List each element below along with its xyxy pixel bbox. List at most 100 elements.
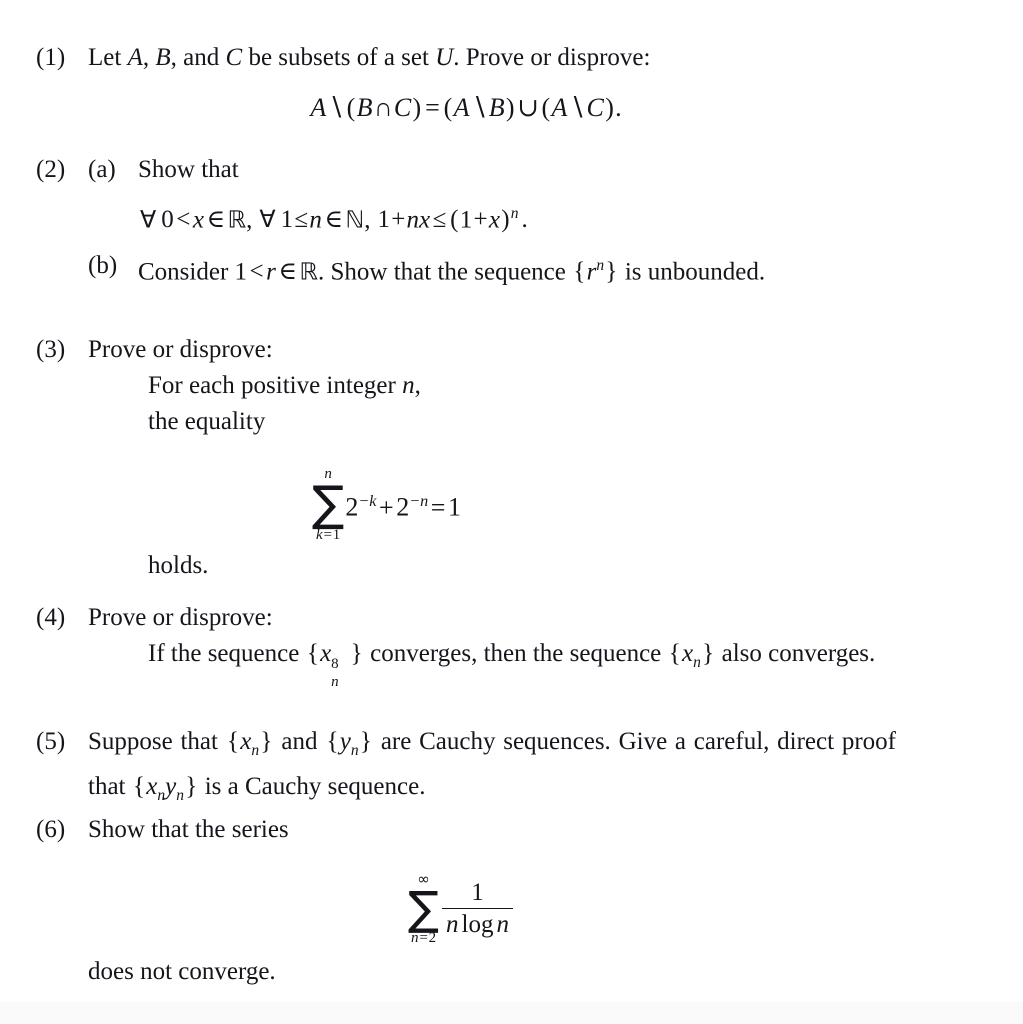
sum1-equals: =	[430, 492, 446, 522]
problem-4-body-2: converges, then the sequence	[363, 640, 668, 667]
problem-3-closing: holds.	[148, 552, 209, 579]
problem-2b-one: 1	[234, 258, 248, 286]
eq2a-exponent-n: n	[510, 205, 519, 222]
eq1-period: .	[615, 93, 622, 122]
problem-5-row: (5) Suppose that {xn} and {yn} are Cauch…	[36, 724, 896, 814]
problem-1-text-mid: be subsets of a set	[242, 44, 436, 71]
problem-1: (1) Let A, B, and C be subsets of a set …	[36, 40, 896, 76]
bottom-band	[0, 1002, 1023, 1024]
problem-4-seq2-close: }	[702, 640, 715, 667]
naturals-symbol: ℕ	[345, 205, 365, 234]
problem-2b-text-2: . Show that the sequence	[318, 258, 573, 286]
problem-5-seq3-close: }	[185, 773, 198, 800]
problem-2-label: (2)	[36, 156, 66, 183]
problem-5-seq2-open: {	[326, 728, 339, 755]
problem-5-seq3-open: {	[133, 773, 145, 800]
problem-2a-sublabel: (a)	[88, 156, 116, 183]
problem-2: (2) (a) Show that	[36, 152, 896, 188]
eq2a-plus: +	[391, 206, 406, 234]
sum-expression-2: ∞ ∑ n=2 1 n log n	[407, 872, 515, 946]
problem-6-label: (6)	[36, 816, 66, 843]
sum2-lower-eq: =	[418, 930, 429, 947]
sum1-lower-k: k	[316, 527, 323, 544]
problem-3-text: Prove or disprove:	[88, 336, 273, 363]
cap-icon: ∩	[373, 93, 393, 122]
problem-6-closing: does not converge.	[88, 958, 276, 985]
den-n1: n	[446, 911, 459, 939]
eq2a-x: x	[192, 206, 204, 234]
problem-4-seq1-close: }	[350, 640, 363, 667]
problem-2b-row: (b) Consider 1 < r ∈ ℝ. Show that the sequen…	[36, 248, 896, 290]
in-icon-2: ∈	[324, 206, 343, 234]
eq1-close2: )	[505, 93, 515, 122]
problem-5-text-1: Suppose that	[88, 728, 226, 755]
problem-2a-text: Show that	[138, 156, 239, 183]
eq1-open1: (	[346, 93, 356, 122]
eq1-equals: =	[425, 93, 440, 122]
problem-6-text: Show that the series	[88, 816, 289, 843]
problem-4-text: Prove or disprove:	[88, 604, 273, 631]
problem-5-seq3-xsub: n	[157, 787, 166, 804]
problem-2a-row: (2) (a) Show that	[36, 152, 896, 188]
problem-3-line1: For each positive integer n,	[148, 368, 896, 404]
eq1-lhs-a: A	[310, 93, 327, 122]
eq2a-lt: <	[176, 206, 191, 234]
problem-4-body: If the sequence {x 8 n} converges, then th…	[148, 636, 894, 690]
problem-2b-r-exp: n	[596, 257, 605, 274]
sum1-term2-base: 2	[396, 492, 410, 522]
fraction-1-over-nlogn: 1 n log n	[442, 879, 513, 939]
problem-5-seq1-sub: n	[251, 742, 260, 759]
sigma-icon-2: ∑	[408, 881, 440, 935]
summation-operator-2: ∞ ∑ n=2	[408, 872, 439, 946]
eq1-a2: A	[453, 93, 470, 122]
problem-1-var-a: A	[127, 44, 143, 71]
document-page: (1) Let A, B, and C be subsets of a set …	[0, 0, 1023, 1002]
sum1-lower-1: 1	[332, 527, 341, 544]
problem-4-seq1-open: {	[306, 640, 319, 667]
problem-4-seq2-x: x	[682, 640, 694, 667]
eq1-c: C	[393, 93, 412, 122]
problem-3-line1-n: n	[402, 372, 415, 399]
problem-2b-lt: <	[249, 258, 264, 286]
eq1-open3: (	[541, 93, 551, 122]
in-icon-1: ∈	[206, 206, 225, 234]
problem-4-seq2-sub: n	[693, 654, 701, 671]
problem-6-row: (6) Show that the series	[36, 812, 896, 848]
problem-6-equation: ∞ ∑ n=2 1 n log n	[36, 856, 886, 946]
problem-2b-r-seq: r	[586, 258, 597, 286]
forall-icon-1: ∀	[140, 205, 157, 234]
problem-2a-equation: ∀ 0 < x ∈ ℝ, ∀ 1≤n ∈ ℕ, 1+nx ≤ (1+x)n.	[140, 196, 900, 238]
problem-5-seq1-x: x	[240, 728, 252, 755]
eq1-open2: (	[443, 93, 453, 122]
eq1-a3: A	[551, 93, 568, 122]
problem-5-text-2: and	[273, 728, 326, 755]
problem-2b-text: Consider 1 < r ∈ ℝ. Show that the sequence {…	[138, 248, 896, 290]
problem-3-row: (3) Prove or disprove:	[36, 332, 896, 368]
problem-5-seq2-close: }	[359, 728, 372, 755]
setminus-icon: ∖	[327, 93, 345, 122]
problem-4-seq1-x: x	[320, 640, 332, 667]
problem-2b-brace-close: }	[605, 258, 618, 286]
problem-2b: (b) Consider 1 < r ∈ ℝ. Show that the sequen…	[36, 248, 896, 290]
problem-1-label: (1)	[36, 44, 66, 71]
problem-4: (4) Prove or disprove: If the sequence {…	[36, 600, 896, 690]
problem-3-line1-a: For each positive integer	[148, 372, 403, 399]
problem-5-text-4: is a Cauchy sequence.	[198, 773, 426, 800]
problem-5-seq3-y: y	[165, 773, 177, 800]
forall-icon-2: ∀	[259, 205, 276, 234]
problem-3-label: (3)	[36, 336, 66, 363]
problem-3-equation: n ∑ k=1 2−k+2−n=1	[36, 450, 736, 543]
eq2a-one: 1	[280, 206, 294, 234]
problem-1-row: (1) Let A, B, and C be subsets of a set …	[36, 40, 896, 76]
problem-3-line2: the equality	[148, 408, 266, 435]
sum1-summand: 2−k+2−n=1	[345, 482, 461, 528]
problem-5-seq1-close: }	[260, 728, 273, 755]
den-log: log	[461, 911, 494, 939]
problem-1-equation: A∖(B∩C) = (A∖B)∪(A∖C).	[36, 88, 896, 128]
eq2a-close: )	[501, 206, 510, 234]
sum1-term2-exp: −n	[409, 493, 429, 511]
problem-5-seq3-ysub: n	[176, 787, 184, 804]
sum1-term1-base: 2	[345, 492, 359, 522]
problem-1-var-u: U	[435, 44, 454, 71]
eq2a-period: .	[521, 206, 528, 234]
